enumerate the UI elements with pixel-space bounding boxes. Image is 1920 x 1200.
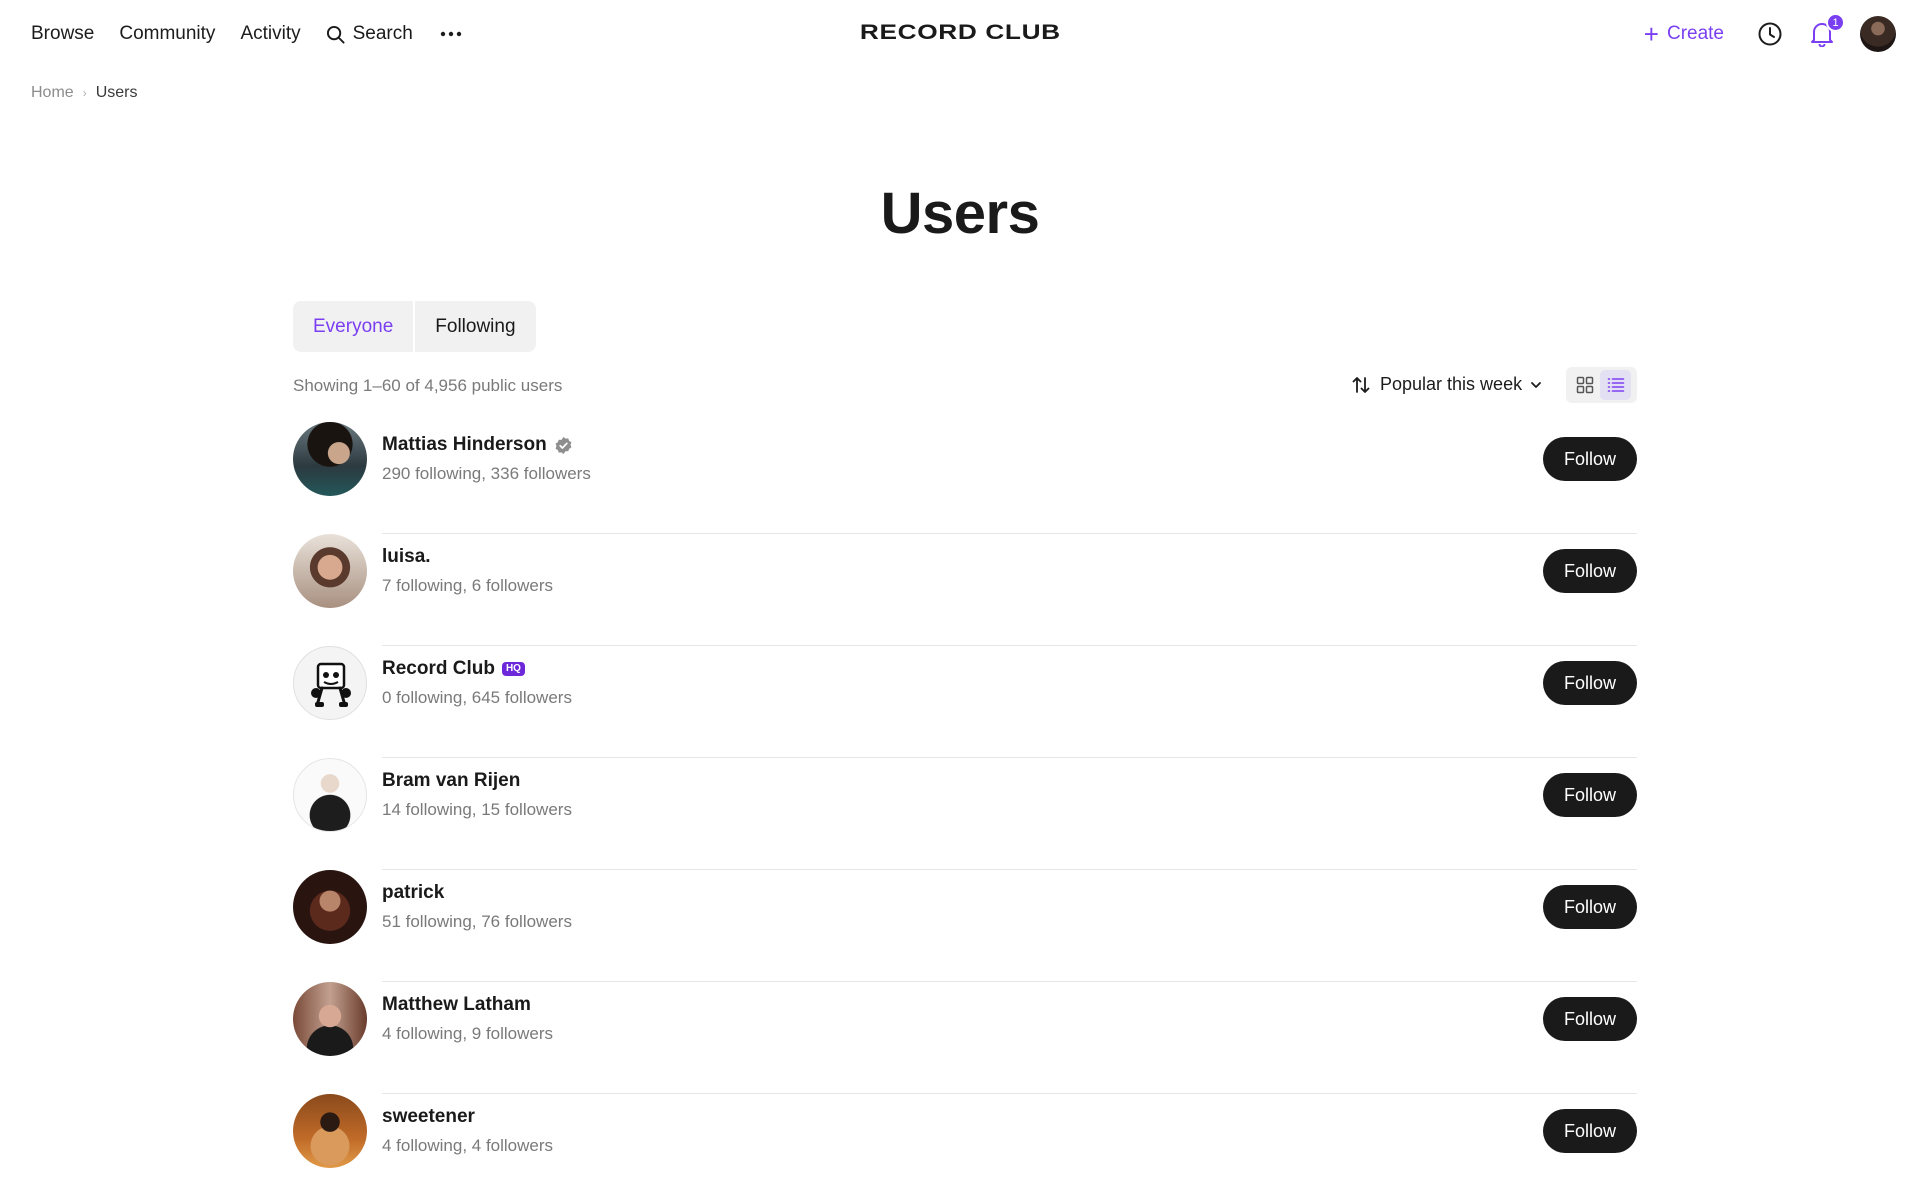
tab-everyone[interactable]: Everyone (293, 301, 413, 352)
user-stats: 4 following, 9 followers (382, 1024, 554, 1043)
top-nav: Browse Community Activity Search RECORD … (0, 0, 1920, 70)
account-avatar[interactable] (1860, 16, 1896, 52)
list-item: patrick 51 following, 76 followers Follo… (293, 870, 1637, 982)
user-name[interactable]: Bram van Rijen (382, 770, 520, 792)
avatar[interactable] (293, 982, 367, 1056)
follow-button[interactable]: Follow (1543, 437, 1637, 481)
follow-button[interactable]: Follow (1543, 997, 1637, 1041)
chevron-down-icon (1531, 381, 1541, 388)
breadcrumb: Home › Users (31, 84, 137, 102)
breadcrumb-home[interactable]: Home (31, 84, 74, 102)
user-filter-tabs: Everyone Following (293, 301, 536, 352)
tab-following[interactable]: Following (413, 301, 535, 352)
user-name[interactable]: luisa. (382, 546, 431, 568)
results-count: Showing 1–60 of 4,956 public users (293, 376, 563, 395)
site-logo-text: RECORD CLUB (859, 21, 1061, 44)
user-name[interactable]: Matthew Latham (382, 994, 531, 1016)
site-logo[interactable]: RECORD CLUB (0, 21, 1920, 45)
list-item: sweetener 4 following, 4 followers Follo… (293, 1094, 1637, 1200)
user-name[interactable]: Mattias Hinderson (382, 434, 547, 456)
clock-icon (1758, 22, 1782, 46)
view-toggle (1566, 367, 1637, 403)
list-view-icon (1607, 378, 1624, 392)
avatar[interactable] (293, 646, 367, 720)
user-name[interactable]: sweetener (382, 1106, 475, 1128)
create-label: Create (1666, 23, 1724, 44)
user-stats: 51 following, 76 followers (382, 912, 572, 931)
list-item: Mattias Hinderson 290 following, 336 fol… (293, 422, 1637, 534)
create-button[interactable]: + Create (1644, 21, 1724, 47)
user-name-line: luisa. (382, 546, 431, 568)
user-name-line: Bram van Rijen (382, 770, 520, 792)
avatar[interactable] (293, 534, 367, 608)
verified-icon (555, 436, 572, 454)
user-name[interactable]: Record Club (382, 658, 495, 680)
breadcrumb-current: Users (95, 84, 138, 101)
avatar[interactable] (293, 870, 367, 944)
list-item: Record Club HQ 0 following, 645 follower… (293, 646, 1637, 758)
avatar[interactable] (293, 758, 367, 832)
page-title: Users (880, 181, 1040, 246)
notifications-button[interactable]: 1 (1808, 13, 1845, 48)
list-view-button[interactable] (1600, 370, 1631, 400)
list-item: luisa. 7 following, 6 followers Follow (293, 534, 1637, 646)
sort-dropdown[interactable]: Popular this week (1351, 374, 1543, 395)
user-name-line: Mattias Hinderson (382, 434, 573, 456)
record-club-mascot-icon (311, 662, 351, 707)
user-stats: 4 following, 4 followers (382, 1136, 554, 1155)
user-stats: 0 following, 645 followers (382, 688, 572, 707)
sort-icon (1352, 376, 1370, 393)
history-button[interactable] (1756, 20, 1784, 48)
grid-view-icon (1576, 376, 1593, 394)
user-name-line: Record Club HQ (382, 658, 525, 680)
user-name-line: Matthew Latham (382, 994, 531, 1016)
hq-badge: HQ (501, 662, 525, 676)
user-stats: 7 following, 6 followers (382, 576, 554, 595)
follow-button[interactable]: Follow (1543, 661, 1637, 705)
list-item: Bram van Rijen 14 following, 15 follower… (293, 758, 1637, 870)
plus-icon: + (1643, 19, 1659, 49)
user-name-line: patrick (382, 882, 444, 904)
chevron-right-icon: › (82, 86, 87, 100)
user-name[interactable]: patrick (382, 882, 444, 904)
user-stats: 14 following, 15 followers (382, 800, 572, 819)
follow-button[interactable]: Follow (1543, 1109, 1637, 1153)
user-list: Mattias Hinderson 290 following, 336 fol… (293, 422, 1637, 1200)
follow-button[interactable]: Follow (1543, 773, 1637, 817)
follow-button[interactable]: Follow (1543, 885, 1637, 929)
nav-actions: + Create 1 (1644, 13, 1896, 52)
list-item: Matthew Latham 4 following, 9 followers … (293, 982, 1637, 1094)
sort-label: Popular this week (1380, 374, 1523, 394)
avatar[interactable] (293, 1094, 367, 1168)
avatar[interactable] (293, 422, 367, 496)
follow-button[interactable]: Follow (1543, 549, 1637, 593)
user-stats: 290 following, 336 followers (382, 464, 591, 483)
grid-view-button[interactable] (1569, 370, 1600, 400)
user-name-line: sweetener (382, 1106, 475, 1128)
notification-badge: 1 (1826, 13, 1845, 32)
